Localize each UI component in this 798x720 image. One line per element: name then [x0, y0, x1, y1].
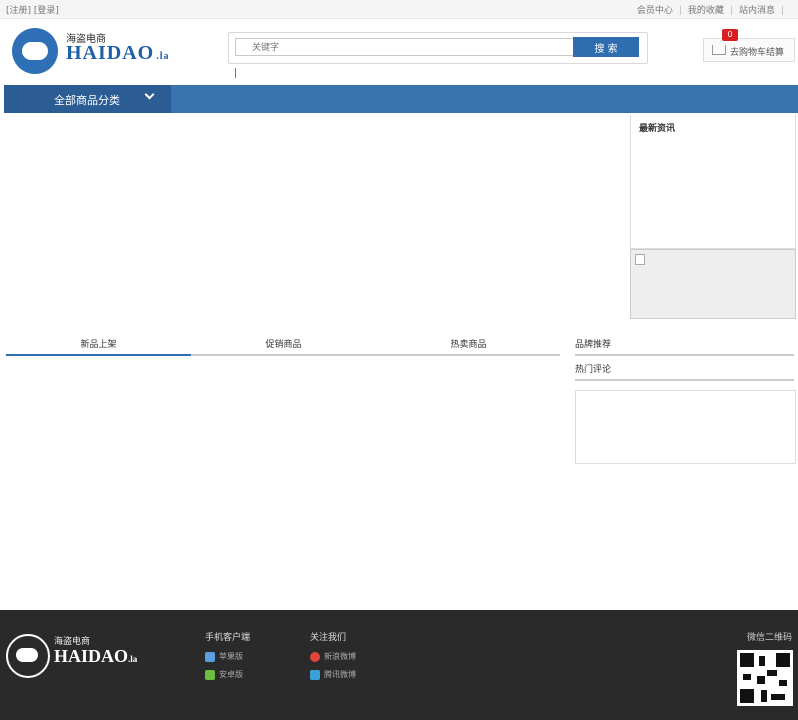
android-icon: [205, 669, 215, 680]
cart-label: 去购物车结算: [730, 48, 785, 58]
follow-us-title: 关注我们: [310, 633, 347, 643]
tab-new-arrivals[interactable]: 新品上架: [6, 337, 191, 355]
side-content-box: [575, 390, 796, 464]
news-panel: 最新资讯: [630, 115, 796, 249]
brand-recommend-tab[interactable]: 品牌推荐: [575, 337, 794, 356]
cart-button[interactable]: 0 去购物车结算: [703, 29, 795, 62]
all-categories-menu[interactable]: 全部商品分类: [4, 85, 171, 113]
site-logo[interactable]: 海盗电商 HAIDAO .la: [12, 24, 172, 76]
cart-icon: [712, 45, 726, 55]
main-nav: 全部商品分类: [4, 85, 798, 113]
broken-image-icon: [635, 254, 645, 265]
sina-weibo-link[interactable]: 新浪微博: [310, 651, 356, 663]
logo-en-text: HAIDAO .la: [66, 42, 170, 64]
android-app-link[interactable]: 安卓版: [205, 669, 250, 681]
search-input[interactable]: [235, 38, 579, 56]
site-messages-link[interactable]: 站内消息: [739, 6, 775, 16]
search-button[interactable]: 搜 索: [573, 37, 639, 57]
all-categories-label: 全部商品分类: [54, 94, 120, 107]
hot-comments-tab[interactable]: 热门评论: [575, 362, 794, 381]
login-register-links[interactable]: [注册] [登录]: [6, 3, 59, 16]
header: 海盗电商 HAIDAO.la 搜 索 0 去购物车结算: [0, 18, 798, 84]
tencent-weibo-icon: [310, 669, 320, 680]
wechat-qr-code: [737, 650, 793, 706]
mobile-client-section: 手机客户端 苹果版 安卓版: [205, 630, 250, 687]
ios-app-link[interactable]: 苹果版: [205, 651, 250, 663]
footer-logo-en: HAIDAO.la: [54, 646, 138, 666]
active-tab-indicator: [6, 354, 191, 356]
tab-hot-sellers[interactable]: 热卖商品: [376, 337, 561, 355]
logo-icon: [12, 28, 58, 74]
top-links: 会员中心 | 我的收藏 | 站内消息 |: [636, 6, 784, 16]
ad-banner[interactable]: [630, 249, 796, 319]
mobile-client-title: 手机客户端: [205, 633, 251, 643]
cart-count-badge: 0: [722, 29, 738, 41]
top-bar: [注册] [登录] 会员中心 | 我的收藏 | 站内消息 |: [0, 0, 798, 19]
member-center-link[interactable]: 会员中心: [637, 6, 673, 16]
sina-weibo-icon: [310, 651, 320, 662]
brand-recommend-divider: [575, 354, 794, 356]
apple-icon: [205, 651, 215, 662]
my-favorites-link[interactable]: 我的收藏: [688, 6, 724, 16]
footer: 海盗电商 HAIDAO.la 手机客户端 苹果版 安卓版 关注我们 新浪微博 腾…: [0, 610, 798, 720]
search-bar: 搜 索: [228, 32, 648, 64]
brand-recommend-label: 品牌推荐: [575, 340, 612, 350]
wechat-qr-title: 微信二维码: [746, 633, 792, 643]
tab-promotions[interactable]: 促销商品: [191, 337, 376, 355]
tencent-weibo-link[interactable]: 腾讯微博: [310, 669, 356, 681]
product-tabs: 新品上架 促销商品 热卖商品: [6, 337, 560, 357]
hot-comments-divider: [575, 379, 794, 381]
news-title: 最新资讯: [639, 124, 676, 134]
hot-comments-label: 热门评论: [575, 365, 612, 375]
footer-logo-icon: [6, 634, 50, 678]
text-cursor: [235, 68, 236, 78]
follow-us-section: 关注我们 新浪微博 腾讯微博: [310, 630, 356, 687]
chevron-down-icon: [144, 89, 155, 100]
